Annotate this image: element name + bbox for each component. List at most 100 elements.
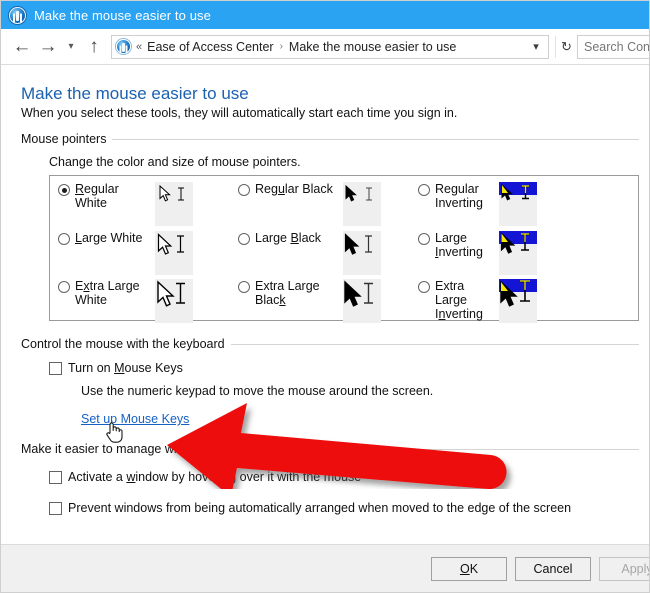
chevron-down-icon[interactable]: ▾ [526, 40, 546, 53]
pointer-option-label: Large Inverting [435, 230, 483, 259]
section-heading-manage-windows: Make it easier to manage windows [21, 442, 639, 456]
ibeam-cursor-icon [521, 232, 529, 251]
pointer-option-label: Extra Large White [75, 279, 140, 308]
back-arrow-icon[interactable]: ← [9, 34, 35, 60]
pointer-preview-regular-white [155, 182, 193, 226]
refresh-icon[interactable]: ↻ [555, 35, 577, 58]
arrow-cursor-icon [500, 231, 516, 254]
search-input[interactable]: Search Contr [577, 34, 650, 59]
checkbox-prevent-auto-arrange[interactable] [49, 502, 62, 515]
pointer-option-regular-black[interactable]: Regular Black [230, 176, 410, 226]
pointer-preview-regular-black [343, 182, 381, 226]
pointer-option-label: Extra Large Black [255, 279, 320, 308]
section-rule [112, 138, 639, 140]
pointer-option-extra-large-black[interactable]: Extra Large Black [230, 273, 410, 324]
ibeam-cursor-icon [522, 185, 529, 200]
pointer-option-label: Regular Black [255, 182, 333, 196]
window-title: Make the mouse easier to use [34, 7, 211, 23]
pointer-preview-extra-large-black [343, 279, 381, 324]
title-bar: Make the mouse easier to use [1, 1, 649, 29]
pointer-preview-large-black [343, 230, 381, 275]
arrow-cursor-icon [501, 184, 513, 201]
section-heading-label: Make it easier to manage windows [21, 442, 213, 456]
pointer-option-regular-inverting[interactable]: Regular Inverting [410, 176, 638, 226]
address-bar[interactable]: « Ease of Access Center › Make the mouse… [111, 34, 549, 59]
up-arrow-icon[interactable]: ↑ [81, 34, 107, 60]
mouse-pointers-hint: Change the color and size of mouse point… [49, 155, 301, 169]
section-heading-mouse-pointers: Mouse pointers [21, 132, 639, 146]
radio-large-white[interactable] [58, 232, 70, 245]
forward-arrow-icon[interactable]: → [35, 34, 61, 60]
checkbox-row-mouse-keys[interactable]: Turn on Mouse Keys [49, 361, 639, 376]
ibeam-cursor-icon [364, 282, 373, 304]
radio-extra-large-black[interactable] [238, 281, 250, 294]
arrow-cursor-icon [344, 232, 360, 255]
checkbox-activate-window-hover[interactable] [49, 471, 62, 484]
checkbox-turn-on-mouse-keys[interactable] [49, 362, 62, 375]
pointer-option-large-black[interactable]: Large Black [230, 225, 410, 275]
setup-mouse-keys-row: Set up Mouse Keys [81, 410, 639, 443]
pointer-preview-regular-inverting [499, 182, 537, 226]
section-heading-keyboard-control: Control the mouse with the keyboard [21, 337, 639, 351]
apply-button: Apply [599, 556, 649, 581]
pointer-option-label: Regular Inverting [435, 182, 483, 210]
section-rule [218, 448, 639, 450]
ibeam-cursor-icon [520, 280, 530, 302]
section-heading-label: Control the mouse with the keyboard [21, 337, 225, 351]
pointer-column-inverting: Regular Inverting Large Inverting Extra … [410, 176, 638, 324]
radio-large-black[interactable] [238, 232, 250, 245]
checkbox-label: Activate a window by hovering over it wi… [68, 470, 362, 484]
pointer-option-extra-large-inverting[interactable]: Extra Large Inverting [410, 273, 638, 324]
radio-large-inverting[interactable] [418, 232, 430, 245]
breadcrumb-item-ease-of-access[interactable]: Ease of Access Center [147, 40, 273, 54]
ibeam-cursor-icon [365, 234, 372, 253]
ibeam-cursor-icon [366, 187, 372, 201]
checkbox-row-prevent-auto-arrange[interactable]: Prevent windows from being automatically… [49, 501, 639, 516]
pointer-option-label: Extra Large Inverting [435, 279, 483, 322]
pointer-option-label: Regular White [75, 182, 119, 210]
ease-of-access-icon [9, 6, 26, 24]
section-rule [230, 343, 639, 345]
ibeam-cursor-icon [176, 282, 185, 304]
section-heading-label: Mouse pointers [21, 132, 107, 146]
page-subtitle: When you select these tools, they will a… [21, 106, 458, 120]
ok-button[interactable]: OK [431, 556, 507, 581]
arrow-cursor-icon [159, 185, 171, 202]
pointer-option-label: Large White [75, 230, 143, 245]
pointer-preview-extra-large-white [155, 279, 193, 324]
radio-extra-large-white[interactable] [58, 281, 70, 294]
radio-regular-black[interactable] [238, 184, 250, 196]
breadcrumb-item-current[interactable]: Make the mouse easier to use [289, 40, 456, 54]
radio-regular-inverting[interactable] [418, 184, 430, 196]
search-placeholder: Search Contr [584, 39, 650, 54]
setup-mouse-keys-link[interactable]: Set up Mouse Keys [81, 412, 189, 426]
pointer-preview-large-inverting [499, 230, 537, 275]
ibeam-cursor-icon [178, 187, 184, 201]
ease-of-access-icon [116, 39, 131, 54]
pointer-preview-extra-large-inverting [499, 279, 537, 324]
breadcrumb-overflow-icon[interactable]: « [131, 41, 147, 53]
mouse-keys-description: Use the numeric keypad to move the mouse… [81, 384, 434, 398]
control-panel-window: Make the mouse easier to use ← → ▾ ↑ « E… [0, 0, 650, 593]
pointer-option-label: Large Black [255, 230, 322, 245]
pointer-option-extra-large-white[interactable]: Extra Large White [50, 273, 230, 324]
page-content: Make the mouse easier to use When you se… [1, 66, 649, 544]
arrow-cursor-icon [157, 232, 173, 255]
checkbox-label: Prevent windows from being automatically… [68, 501, 572, 515]
pointer-style-groupbox: Regular White Large White Extra Large Wh… [49, 175, 639, 324]
breadcrumb-separator-icon: › [279, 41, 283, 52]
pointer-column-black: Regular Black Large Black Extra Large Bl… [230, 176, 410, 324]
page-title: Make the mouse easier to use [21, 84, 249, 103]
pointer-option-large-inverting[interactable]: Large Inverting [410, 225, 638, 275]
pointer-option-regular-white[interactable]: Regular White [50, 176, 230, 226]
pointer-option-large-white[interactable]: Large White [50, 225, 230, 275]
pointer-preview-large-white [155, 230, 193, 275]
pointer-style-grid: Regular White Large White Extra Large Wh… [50, 176, 638, 324]
pointer-column-white: Regular White Large White Extra Large Wh… [50, 176, 230, 324]
chevron-down-icon[interactable]: ▾ [61, 34, 81, 60]
arrow-cursor-icon [345, 185, 357, 202]
checkbox-row-activate-window-hover[interactable]: Activate a window by hovering over it wi… [49, 470, 639, 485]
cancel-button[interactable]: Cancel [515, 556, 591, 581]
radio-extra-large-inverting[interactable] [418, 281, 430, 294]
radio-regular-white[interactable] [58, 184, 70, 196]
